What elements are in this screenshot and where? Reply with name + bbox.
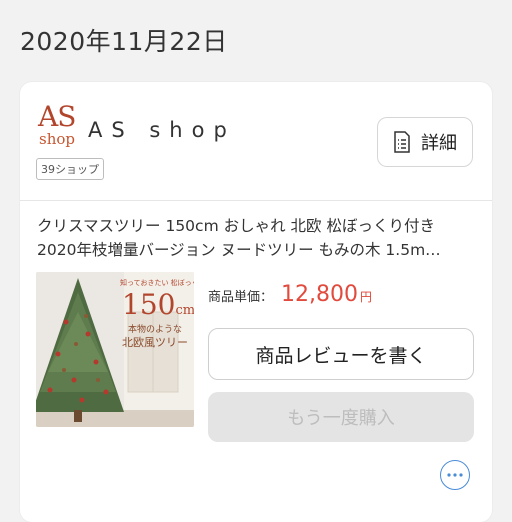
shop-badge: 39ショップ [36, 158, 104, 180]
product-title[interactable]: クリスマスツリー 150cm おしゃれ 北欧 松ぼっくり付き 2020年枝増量バ… [37, 214, 477, 262]
more-dots-icon [447, 473, 463, 477]
product-title-line1: クリスマスツリー 150cm おしゃれ 北欧 松ぼっくり付き [37, 217, 435, 235]
price-value: 12,800 [281, 282, 358, 307]
write-review-button[interactable]: 商品レビューを書く [208, 328, 474, 380]
price-unit: 円 [360, 290, 373, 304]
product-title-line2: 2020年枝増量バージョン ヌードツリー もみの木 1.5m… [37, 241, 441, 259]
document-icon [394, 131, 410, 153]
shop-header[interactable]: AS shop AS shop 39ショップ 詳細 [20, 82, 492, 192]
price-row: 商品単価： 12,800 円 [208, 282, 372, 312]
buy-again-button[interactable]: もう一度購入 [208, 392, 474, 442]
image-caption-top: 知っておきたい 松ぼっくり付き [120, 279, 194, 287]
price-label: 商品単価： [208, 290, 274, 305]
shop-logo: AS shop [38, 100, 80, 148]
order-date: 2020年11月22日 [20, 27, 228, 56]
image-size-unit: cm [175, 303, 194, 318]
order-card: AS shop AS shop 39ショップ 詳細 クリスマスツリー 150cm… [20, 82, 492, 522]
detail-label: 詳細 [421, 133, 457, 154]
image-caption-2: 北欧風ツリー [122, 336, 188, 349]
product-image[interactable]: 知っておきたい 松ぼっくり付き 150 cm 本物のような 北欧風ツリー [36, 272, 194, 427]
divider [20, 200, 492, 201]
shop-name[interactable]: AS shop [88, 118, 236, 142]
more-options-button[interactable] [440, 460, 470, 490]
logo-top-text: AS [38, 100, 76, 133]
image-size-text: 150 [122, 288, 176, 321]
logo-bottom-text: shop [39, 130, 75, 148]
detail-button[interactable]: 詳細 [377, 117, 473, 167]
